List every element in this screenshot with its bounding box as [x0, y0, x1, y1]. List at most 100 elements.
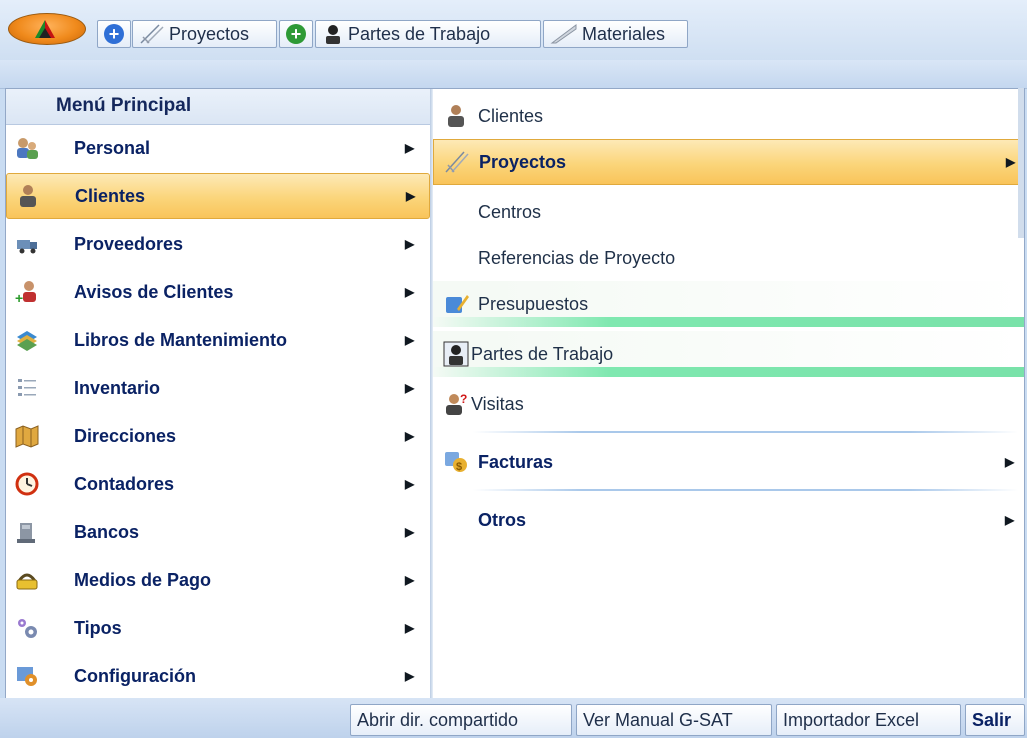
- menu-item-inventario[interactable]: Inventario ▶: [6, 365, 430, 411]
- submenu-arrow-icon: ▶: [1005, 455, 1015, 469]
- menu-item-label: Clientes: [75, 185, 146, 206]
- menu-item-label: Inventario: [74, 377, 161, 398]
- submenu-arrow-icon: ▶: [405, 333, 415, 347]
- client-icon: [20, 185, 36, 207]
- svg-text:+: +: [15, 290, 23, 305]
- submenu-item-presupuestos[interactable]: Presupuestos: [433, 281, 1024, 327]
- submenu-item-label: Referencias de Proyecto: [478, 247, 676, 268]
- budget-icon: [446, 295, 469, 313]
- svg-text:?: ?: [460, 392, 467, 406]
- project-icon: [445, 151, 469, 173]
- open-shared-folder-button[interactable]: Abrir dir. compartido: [350, 704, 572, 736]
- menu-item-proveedores[interactable]: Proveedores ▶: [6, 221, 430, 267]
- worker-icon: [443, 341, 469, 367]
- submenu-item-label: Visitas: [471, 393, 524, 414]
- plus-icon: +: [286, 24, 306, 44]
- menu-item-bancos[interactable]: Bancos ▶: [6, 509, 430, 555]
- menu-item-contadores[interactable]: Contadores ▶: [6, 461, 430, 507]
- truck-icon: [17, 240, 37, 254]
- bank-icon: [17, 523, 35, 543]
- exit-button[interactable]: Salir: [965, 704, 1025, 736]
- submenu-arrow-icon: ▶: [1005, 513, 1015, 527]
- submenu-arrow-icon: ▶: [406, 189, 416, 203]
- submenu-arrow-icon: ▶: [405, 669, 415, 683]
- main-menu-list: Menú Principal Personal ▶ Clientes ▶ Pro…: [6, 89, 430, 699]
- quick-access-toolbar: + Proyectos + Partes de Trabajo Material…: [0, 0, 1027, 60]
- submenu-item-label: Otros: [478, 509, 527, 530]
- submenu-scrollbar[interactable]: [1018, 88, 1024, 238]
- menu-item-label: Tipos: [74, 617, 122, 638]
- highlight-strip: [433, 317, 1024, 327]
- app-logo-icon: [35, 20, 55, 38]
- invoice-icon: $: [445, 452, 467, 473]
- submenu-item-label: Clientes: [478, 105, 544, 126]
- submenu-arrow-icon: ▶: [405, 285, 415, 299]
- menu-item-personal[interactable]: Personal ▶: [6, 125, 430, 171]
- submenu-item-otros[interactable]: Otros ▶: [433, 497, 1024, 543]
- submenu-arrow-icon: ▶: [405, 429, 415, 443]
- users-icon: [17, 138, 38, 159]
- submenu-item-proyectos[interactable]: Proyectos ▶: [433, 139, 1024, 185]
- submenu-item-facturas[interactable]: $ Facturas ▶: [433, 439, 1024, 485]
- quick-partes-button[interactable]: Partes de Trabajo: [315, 20, 541, 48]
- excel-importer-button[interactable]: Importador Excel: [776, 704, 961, 736]
- submenu-arrow-icon: ▶: [405, 621, 415, 635]
- worker-icon: [326, 25, 340, 44]
- menu-item-clientes[interactable]: Clientes ▶: [6, 173, 430, 219]
- submenu-item-clientes[interactable]: Clientes: [433, 93, 1024, 139]
- submenu-list: Clientes Proyectos ▶ Centros Referencias…: [433, 89, 1024, 699]
- svg-text:$: $: [456, 461, 462, 473]
- menu-item-label: Proveedores: [74, 233, 184, 254]
- menu-item-configuracion[interactable]: Configuración ▶: [6, 653, 430, 699]
- submenu-item-label: Proyectos: [479, 151, 567, 172]
- gears-icon: [18, 619, 37, 638]
- submenu-item-partes-trabajo[interactable]: Partes de Trabajo: [433, 331, 1024, 377]
- menu-item-avisos-clientes[interactable]: + Avisos de Clientes ▶: [6, 269, 430, 315]
- submenu-item-visitas[interactable]: ? Visitas: [433, 381, 1024, 427]
- submenu-item-label: Facturas: [478, 451, 554, 472]
- menu-item-label: Avisos de Clientes: [74, 281, 234, 302]
- ribbon-bar: [0, 60, 1027, 89]
- submenu-arrow-icon: ▶: [1006, 155, 1016, 169]
- add-work-order-button[interactable]: +: [279, 20, 313, 48]
- client-alert-icon: +: [15, 281, 36, 305]
- quick-proyectos-button[interactable]: Proyectos: [132, 20, 277, 48]
- menu-item-label: Bancos: [74, 521, 140, 542]
- books-icon: [17, 331, 37, 351]
- highlight-strip: [433, 367, 1024, 377]
- quick-partes-label: Partes de Trabajo: [348, 23, 491, 44]
- submenu-arrow-icon: ▶: [405, 525, 415, 539]
- submenu-separator: [473, 431, 1018, 433]
- bottom-toolbar: Abrir dir. compartido Ver Manual G-SAT I…: [0, 698, 1027, 738]
- list-icon: [18, 379, 36, 396]
- quick-materiales-label: Materiales: [582, 23, 666, 44]
- menu-item-label: Medios de Pago: [74, 569, 212, 590]
- project-icon: [140, 24, 164, 44]
- submenu-arrow-icon: ▶: [405, 477, 415, 491]
- quick-materiales-button[interactable]: Materiales: [543, 20, 688, 48]
- menu-item-tipos[interactable]: Tipos ▶: [6, 605, 430, 651]
- view-manual-button[interactable]: Ver Manual G-SAT: [576, 704, 772, 736]
- plus-icon: +: [104, 24, 124, 44]
- submenu-item-label: Presupuestos: [478, 293, 589, 314]
- menu-header: Menú Principal: [6, 89, 430, 125]
- submenu-item-centros[interactable]: Centros: [433, 189, 1024, 235]
- add-project-button[interactable]: +: [97, 20, 131, 48]
- main-menu-panel: Menú Principal Personal ▶ Clientes ▶ Pro…: [5, 88, 1025, 700]
- submenu-item-referencias[interactable]: Referencias de Proyecto: [433, 235, 1024, 281]
- application-menu-button[interactable]: [8, 13, 86, 45]
- menu-item-direcciones[interactable]: Direcciones ▶: [6, 413, 430, 459]
- menu-item-label: Contadores: [74, 473, 175, 494]
- clock-icon: [15, 472, 39, 496]
- payment-icon: [16, 573, 38, 590]
- submenu-arrow-icon: ▶: [405, 237, 415, 251]
- submenu-separator: [473, 489, 1018, 491]
- submenu-item-label: Partes de Trabajo: [471, 343, 614, 364]
- menu-item-medios-pago[interactable]: Medios de Pago ▶: [6, 557, 430, 603]
- map-icon: [15, 425, 39, 448]
- menu-item-libros-mantenimiento[interactable]: Libros de Mantenimiento ▶: [6, 317, 430, 363]
- menu-item-label: Libros de Mantenimiento: [74, 329, 288, 350]
- menu-item-label: Personal: [74, 137, 151, 158]
- menu-item-label: Direcciones: [74, 425, 177, 446]
- submenu-arrow-icon: ▶: [405, 381, 415, 395]
